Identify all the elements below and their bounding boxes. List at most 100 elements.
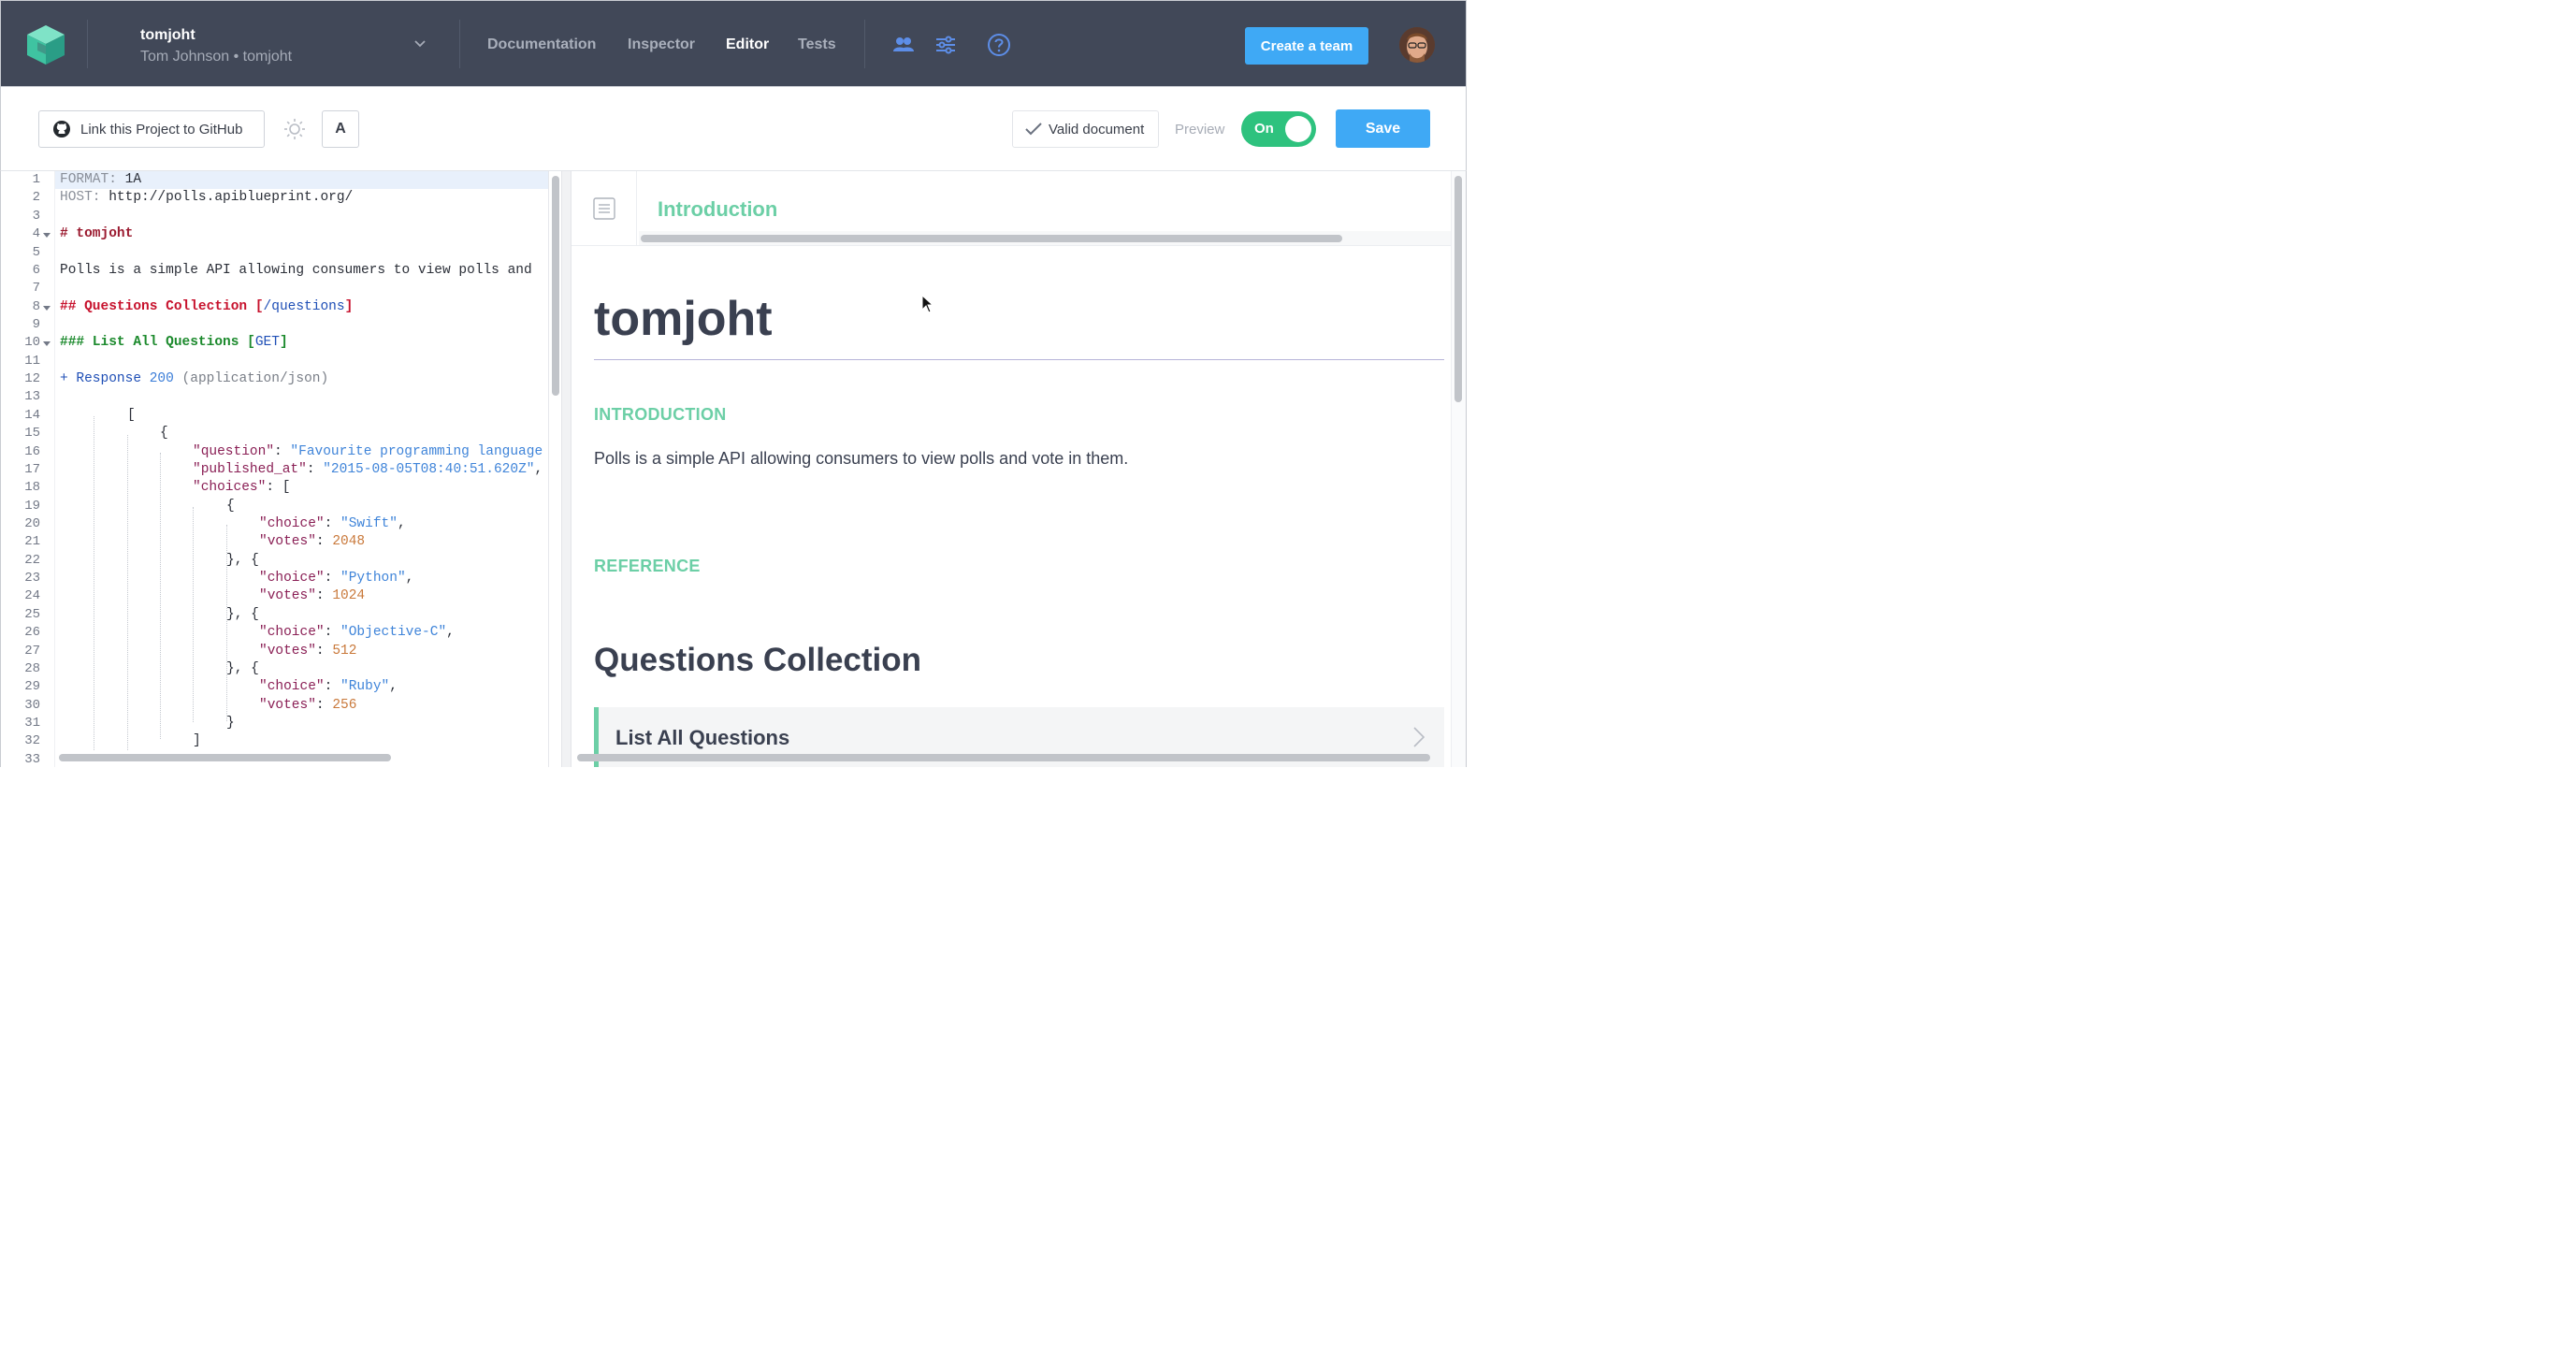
divider bbox=[87, 20, 88, 68]
line-number: 13 bbox=[24, 389, 40, 404]
code-line: "choice": "Python", bbox=[259, 571, 414, 586]
code-token: ] bbox=[344, 299, 354, 314]
preview-nav-title[interactable]: Introduction bbox=[658, 197, 777, 222]
pane-resize-handle[interactable] bbox=[561, 171, 572, 767]
code-token: "Python" bbox=[340, 571, 406, 586]
code-token: "Favourite programming language bbox=[290, 444, 543, 459]
code-token: "choice" bbox=[259, 625, 325, 640]
title-underline bbox=[594, 359, 1444, 360]
code-token: ## Questions Collection bbox=[60, 299, 255, 314]
font-size-button[interactable]: A bbox=[322, 110, 359, 148]
line-number: 4 bbox=[32, 226, 40, 241]
code-token: 1024 bbox=[332, 588, 366, 603]
preview-horizontal-scroll-thumb[interactable] bbox=[577, 754, 1430, 761]
nav-tests[interactable]: Tests bbox=[798, 36, 836, 53]
valid-document-status: Valid document bbox=[1012, 110, 1159, 148]
code-line: }, { bbox=[226, 661, 259, 676]
code-line: "choice": "Ruby", bbox=[259, 679, 398, 694]
line-number: 30 bbox=[24, 698, 40, 713]
line-number: 32 bbox=[24, 733, 40, 748]
top-navigation-bar: tomjoht Tom Johnson • tomjoht Documentat… bbox=[0, 0, 1467, 87]
editor-horizontal-scroll-thumb[interactable] bbox=[59, 754, 391, 761]
settings-sliders-icon[interactable] bbox=[933, 33, 958, 57]
line-number: 2 bbox=[32, 190, 40, 205]
code-line: }, { bbox=[226, 553, 259, 568]
code-token: "votes" bbox=[259, 588, 316, 603]
github-icon bbox=[53, 121, 70, 138]
chevron-down-icon[interactable] bbox=[412, 38, 427, 50]
editor-vertical-scroll-thumb[interactable] bbox=[552, 176, 559, 396]
team-owner[interactable]: Tom Johnson • tomjoht bbox=[140, 49, 292, 65]
code-line: "choices": [ bbox=[193, 480, 291, 495]
code-line: [ bbox=[127, 408, 136, 423]
line-number: 6 bbox=[32, 263, 40, 278]
nav-editor[interactable]: Editor bbox=[726, 36, 769, 53]
code-token: GET bbox=[254, 335, 280, 350]
code-line: "votes": 1024 bbox=[259, 588, 366, 603]
line-number: 33 bbox=[24, 752, 40, 767]
line-number: 9 bbox=[32, 317, 40, 332]
preview-vertical-scroll-thumb[interactable] bbox=[1454, 176, 1462, 402]
line-number: 24 bbox=[24, 588, 40, 603]
help-icon[interactable] bbox=[987, 33, 1011, 57]
user-avatar[interactable] bbox=[1399, 27, 1435, 63]
line-number: 3 bbox=[32, 209, 40, 224]
nav-documentation[interactable]: Documentation bbox=[487, 36, 596, 53]
code-line: "published_at": "2015-08-05T08:40:51.620… bbox=[193, 462, 543, 477]
line-number: 15 bbox=[24, 426, 40, 441]
code-line: ] bbox=[193, 733, 201, 748]
line-number: 19 bbox=[24, 499, 40, 514]
line-number: 27 bbox=[24, 644, 40, 659]
code-line: } bbox=[226, 716, 235, 731]
line-number: 12 bbox=[24, 371, 40, 386]
line-number: 18 bbox=[24, 480, 40, 495]
action-title: List All Questions bbox=[615, 726, 790, 749]
create-team-button[interactable]: Create a team bbox=[1245, 27, 1368, 65]
line-number: 5 bbox=[32, 245, 40, 260]
code-line: HOST: http://polls.apiblueprint.org/ bbox=[60, 190, 353, 205]
checkmark-icon bbox=[1025, 123, 1042, 136]
code-token: FORMAT: bbox=[60, 172, 125, 187]
apiary-logo-icon[interactable] bbox=[24, 23, 67, 66]
team-members-icon[interactable] bbox=[891, 33, 916, 57]
code-line: FORMAT: 1A bbox=[60, 172, 141, 187]
code-token: + bbox=[60, 371, 77, 386]
code-token: "Ruby" bbox=[340, 679, 390, 694]
nav-inspector[interactable]: Inspector bbox=[628, 36, 695, 53]
code-token: "choice" bbox=[259, 516, 325, 531]
fold-toggle-icon[interactable] bbox=[43, 233, 51, 238]
divider bbox=[864, 20, 865, 68]
save-button[interactable]: Save bbox=[1336, 109, 1430, 148]
indent-guide bbox=[193, 507, 194, 722]
line-number: 8 bbox=[32, 299, 40, 314]
api-title: tomjoht bbox=[594, 292, 773, 346]
line-number: 31 bbox=[24, 716, 40, 731]
link-github-button[interactable]: Link this Project to GitHub bbox=[38, 110, 265, 148]
line-number: 7 bbox=[32, 281, 40, 296]
code-line: + Response 200 (application/json) bbox=[60, 371, 328, 386]
code-token: "choices" bbox=[193, 480, 267, 495]
sun-theme-icon[interactable] bbox=[283, 118, 306, 140]
line-number: 1 bbox=[32, 172, 40, 187]
fold-toggle-icon[interactable] bbox=[43, 306, 51, 311]
line-number: 29 bbox=[24, 679, 40, 694]
preview-nav-scroll-thumb[interactable] bbox=[641, 235, 1342, 242]
code-token: 200 bbox=[149, 371, 174, 386]
line-number: 14 bbox=[24, 408, 40, 423]
code-token: "Objective-C" bbox=[340, 625, 447, 640]
code-line: "votes": 256 bbox=[259, 698, 357, 713]
divider bbox=[459, 20, 460, 68]
line-number: 26 bbox=[24, 625, 40, 640]
code-line: "choice": "Objective-C", bbox=[259, 625, 455, 640]
code-token: "2015-08-05T08:40:51.620Z" bbox=[323, 462, 535, 477]
team-name[interactable]: tomjoht bbox=[140, 27, 195, 44]
code-token: "choice" bbox=[259, 571, 325, 586]
preview-toggle[interactable]: On bbox=[1241, 111, 1316, 147]
code-line: { bbox=[226, 499, 235, 514]
code-token: [ bbox=[247, 335, 255, 350]
code-editor[interactable]: 1 2 3 4 5 6 7 8 9 10 11 12 13 14 15 16 1… bbox=[0, 171, 561, 767]
introduction-text: Polls is a simple API allowing consumers… bbox=[594, 449, 1129, 468]
resource-group-title: Questions Collection bbox=[594, 642, 922, 678]
preview-menu-button[interactable] bbox=[572, 171, 637, 246]
fold-toggle-icon[interactable] bbox=[43, 341, 51, 346]
